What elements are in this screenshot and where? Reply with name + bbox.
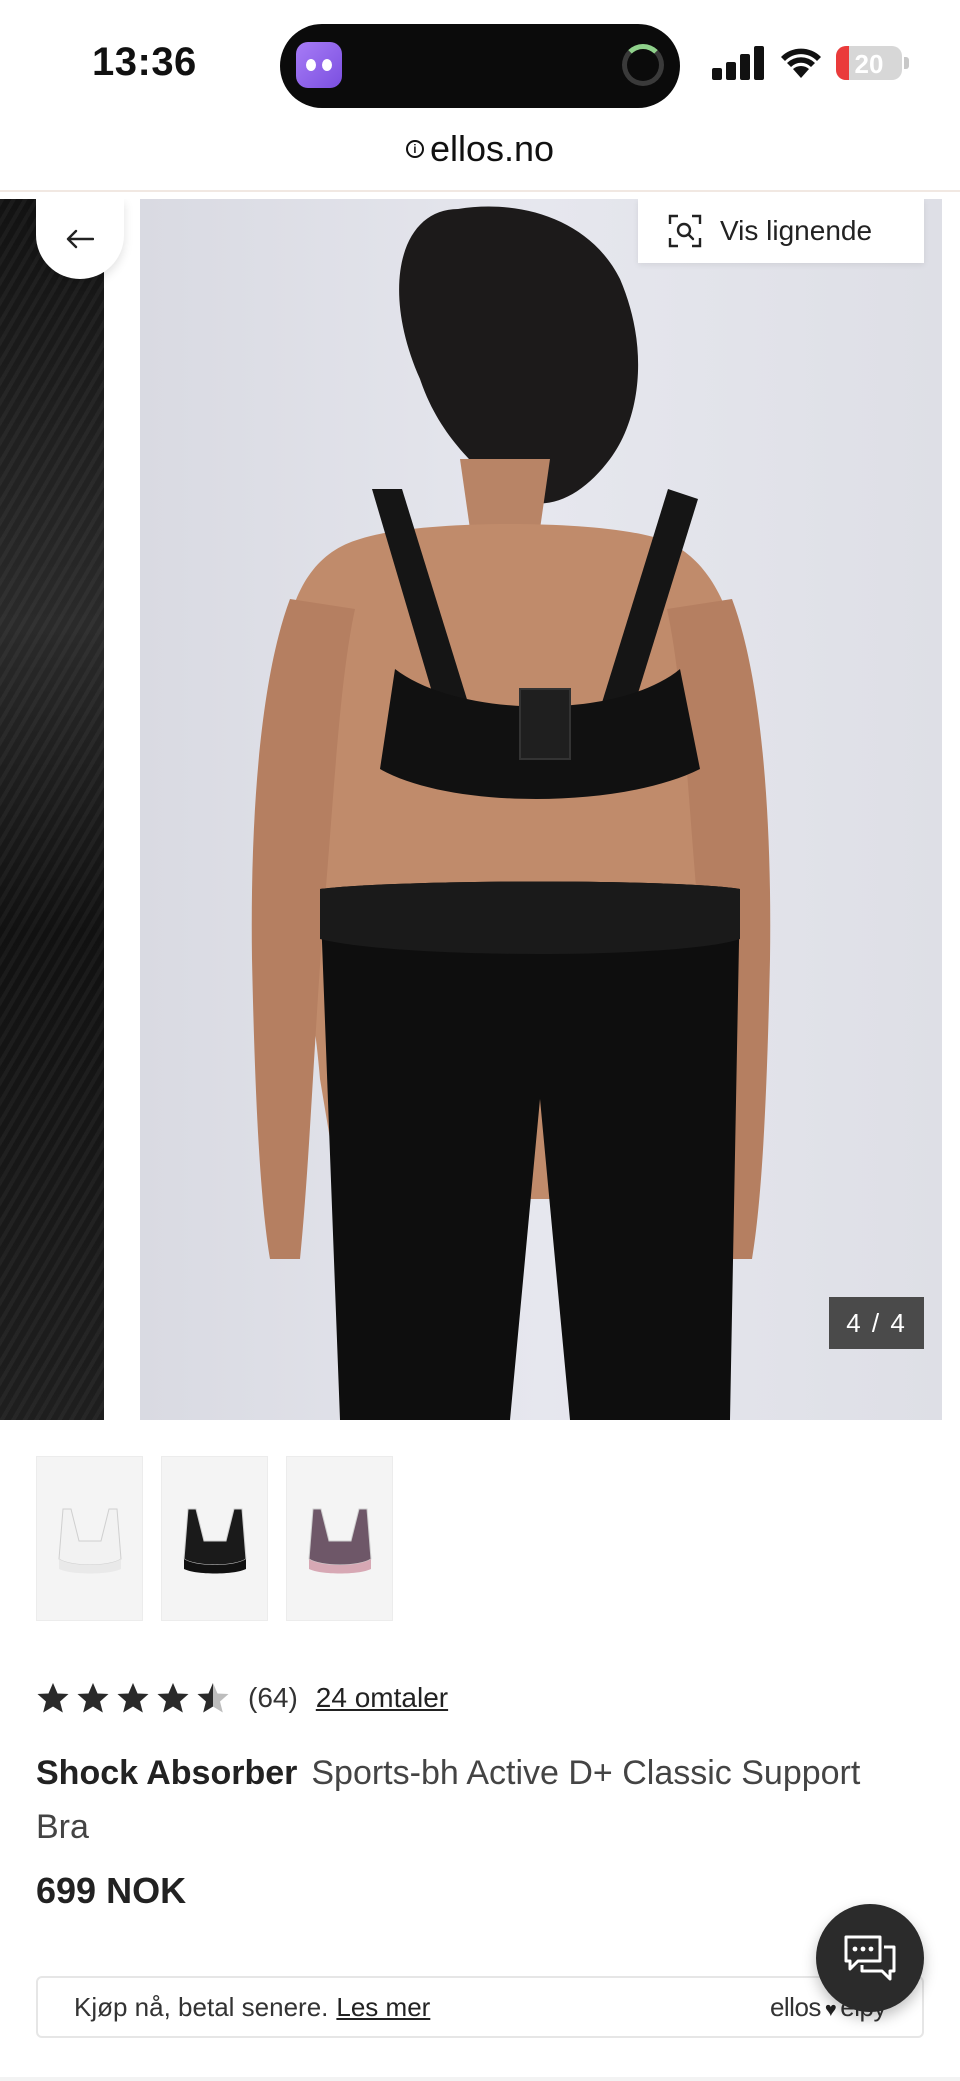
sports-bra-thumbnail-image [307,1508,372,1573]
heart-icon: ♥ [824,1999,837,2021]
image-counter: 4 / 4 [829,1297,924,1349]
status-time: 13:36 [92,40,197,84]
star-full-icon [77,1683,109,1713]
battery-icon: 20 [836,46,902,80]
product-title: Shock Absorber Sports-bh Active D+ Classi… [36,1746,916,1854]
url-text: ellos.no [429,128,555,169]
sports-bra-thumbnail-image [182,1508,247,1573]
bottom-divider [0,2077,960,2081]
star-half-icon [197,1683,229,1713]
thumbnail-black[interactable] [161,1456,268,1621]
cellular-signal-icon [712,46,764,80]
product-brand[interactable]: Shock Absorber [36,1754,297,1792]
battery-level: 20 [854,49,884,79]
star-full-icon [117,1683,149,1713]
show-similar-button[interactable]: Vis lignende [638,199,924,263]
sports-bra-thumbnail-image [57,1508,122,1573]
reviews-link[interactable]: 24 omtaler [316,1682,448,1714]
previous-product-image[interactable] [0,199,104,1420]
pay-later-banner: Kjøp nå, betal senere. Les mer ellos♥elp… [36,1976,924,2038]
app-icon [296,42,342,88]
image-gallery[interactable]: Vis lignende 4 / 4 [0,199,960,1420]
chat-button[interactable] [816,1904,924,2012]
thumbnail-purple[interactable] [286,1456,393,1621]
color-thumbnails [36,1456,393,1621]
info-icon[interactable]: i [405,140,424,158]
product-image[interactable] [140,199,942,1420]
show-similar-label: Vis lignende [720,215,873,246]
star-full-icon [157,1683,189,1713]
arrow-left-icon [66,229,94,249]
wifi-icon [781,48,821,78]
pay-later-text: Kjøp nå, betal senere. [74,1991,329,2022]
payment-logo-left: ellos [769,1992,821,2022]
star-rating[interactable] [36,1681,230,1715]
chat-bubbles-icon [844,1935,896,1981]
divider [0,190,960,192]
status-bar: 13:36 20 [0,0,960,122]
thumbnail-white[interactable] [36,1456,143,1621]
visual-search-icon [668,214,702,248]
rating-count: (64) [248,1682,298,1713]
progress-ring-icon [622,44,664,86]
back-button[interactable] [36,199,124,279]
rating-row: (64) 24 omtaler [36,1676,448,1720]
read-more-link[interactable]: Les mer [336,1992,430,2023]
battery-tip [904,57,909,69]
dynamic-island [280,24,680,108]
product-price: 699 NOK [36,1870,187,1911]
address-bar[interactable]: i ellos.no [0,122,960,192]
model-back-illustration [251,206,771,1420]
star-full-icon [37,1683,69,1713]
